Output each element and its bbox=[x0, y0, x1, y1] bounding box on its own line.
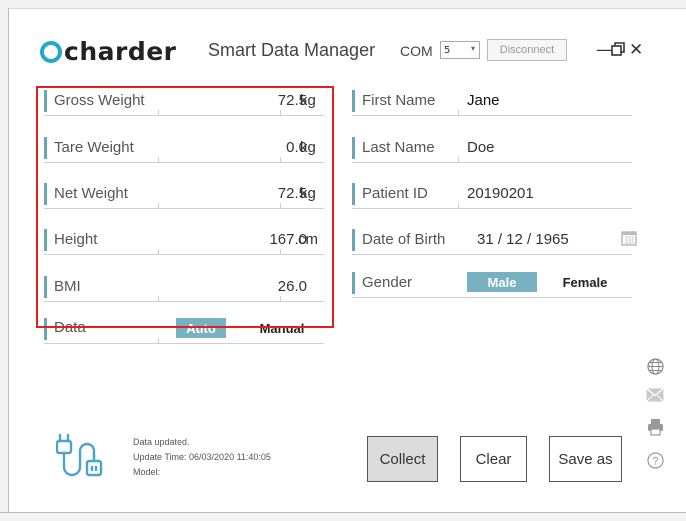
highlight-box bbox=[36, 86, 334, 328]
field-underline bbox=[352, 254, 632, 255]
com-port-select[interactable]: 5 ▾ bbox=[440, 41, 480, 59]
restore-icon bbox=[611, 42, 625, 56]
field-tick bbox=[158, 338, 159, 344]
restore-button[interactable] bbox=[611, 42, 625, 60]
svg-text:?: ? bbox=[652, 455, 658, 467]
patient-id-value[interactable]: 20190201 bbox=[467, 185, 534, 202]
field-tick bbox=[458, 203, 459, 209]
chevron-down-icon: ▾ bbox=[470, 44, 475, 53]
device-connection-icon bbox=[55, 433, 106, 483]
app-title: Smart Data Manager bbox=[208, 40, 376, 60]
field-accent-bar bbox=[352, 137, 355, 159]
calendar-icon[interactable] bbox=[621, 230, 637, 250]
com-port-label: COM bbox=[400, 43, 433, 59]
charder-logo: charder bbox=[40, 38, 177, 66]
field-underline bbox=[352, 208, 632, 209]
last-name-value[interactable]: Doe bbox=[467, 139, 495, 156]
field-underline bbox=[352, 115, 632, 116]
field-date-of-birth: Date of Birth 31 / 12 / 1965 bbox=[352, 229, 632, 255]
gender-female-toggle[interactable]: Female bbox=[553, 272, 617, 292]
last-name-label: Last Name bbox=[362, 139, 435, 156]
status-line-updated: Data updated. bbox=[133, 437, 190, 447]
field-tick bbox=[458, 110, 459, 116]
field-patient-id: Patient ID 20190201 bbox=[352, 183, 632, 209]
com-port-value: 5 bbox=[444, 44, 451, 56]
gender-label: Gender bbox=[362, 274, 413, 291]
collect-button[interactable]: Collect bbox=[367, 436, 438, 482]
field-accent-bar bbox=[352, 183, 355, 205]
logo-ring-icon bbox=[40, 41, 62, 63]
printer-icon[interactable] bbox=[645, 418, 665, 436]
patient-id-label: Patient ID bbox=[362, 185, 428, 202]
field-underline bbox=[352, 297, 632, 298]
globe-icon[interactable] bbox=[645, 357, 665, 375]
close-button[interactable]: ✕ bbox=[629, 40, 643, 60]
status-line-time: Update Time: 06/03/2020 11:40:05 bbox=[133, 452, 271, 462]
first-name-label: First Name bbox=[362, 92, 436, 109]
status-line-model: Model: bbox=[133, 467, 161, 477]
field-last-name: Last Name Doe bbox=[352, 137, 632, 163]
field-first-name: First Name Jane bbox=[352, 90, 632, 116]
field-accent-bar bbox=[352, 90, 355, 112]
window-frame-top bbox=[0, 0, 686, 9]
disconnect-button[interactable]: Disconnect bbox=[487, 39, 567, 61]
field-tick bbox=[458, 157, 459, 163]
status-panel: Data updated. Update Time: 06/03/2020 11… bbox=[133, 435, 271, 480]
dob-value[interactable]: 31 / 12 / 1965 bbox=[477, 231, 569, 248]
window-frame-left bbox=[0, 8, 9, 512]
help-icon[interactable]: ? bbox=[645, 451, 665, 469]
app-window: charder Smart Data Manager COM 5 ▾ Disco… bbox=[0, 0, 686, 521]
clear-button[interactable]: Clear bbox=[460, 436, 527, 482]
field-accent-bar bbox=[352, 229, 355, 251]
dob-label: Date of Birth bbox=[362, 231, 446, 248]
first-name-value[interactable]: Jane bbox=[467, 92, 500, 109]
field-accent-bar bbox=[352, 272, 355, 294]
mail-icon[interactable] bbox=[645, 386, 665, 404]
logo-text: charder bbox=[64, 37, 177, 66]
save-as-button[interactable]: Save as bbox=[549, 436, 622, 482]
field-underline bbox=[44, 343, 324, 344]
gender-male-toggle[interactable]: Male bbox=[467, 272, 537, 292]
field-underline bbox=[352, 162, 632, 163]
